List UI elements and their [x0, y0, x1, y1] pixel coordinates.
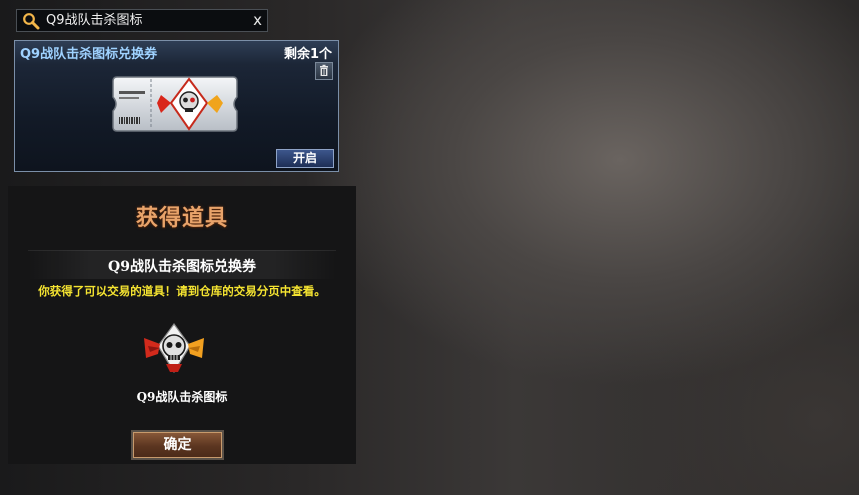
- voucher-title: Q9战队击杀图标兑换券: [20, 47, 158, 62]
- search-icon: [23, 13, 40, 30]
- skull-emblem-icon: [144, 322, 204, 374]
- emblem-name: Q9战队击杀图标: [136, 390, 228, 404]
- dialog-heading: 获得道具: [135, 206, 228, 231]
- trade-notice: 你获得了可以交易的道具！请到仓库的交易分页中查看。: [38, 284, 326, 298]
- trash-icon: [320, 64, 328, 76]
- delete-button[interactable]: [315, 62, 333, 80]
- search-box[interactable]: Q9战队击杀图标 x: [16, 9, 268, 32]
- voucher-ticket-image: [112, 76, 238, 132]
- confirm-button[interactable]: 确定: [131, 430, 224, 460]
- obtained-item-name: Q9战队击杀图标兑换券: [108, 259, 256, 275]
- voucher-card[interactable]: Q9战队击杀图标兑换券 剩余1个 开启: [14, 40, 339, 172]
- search-input[interactable]: Q9战队击杀图标: [46, 12, 143, 29]
- clear-search-button[interactable]: x: [253, 11, 262, 30]
- open-button[interactable]: 开启: [276, 149, 334, 168]
- reward-dialog: 获得道具 Q9战队击杀图标兑换券 你获得了可以交易的道具！请到仓库的交易分页中查…: [8, 186, 356, 464]
- remaining-count: 剩余1个: [283, 47, 332, 62]
